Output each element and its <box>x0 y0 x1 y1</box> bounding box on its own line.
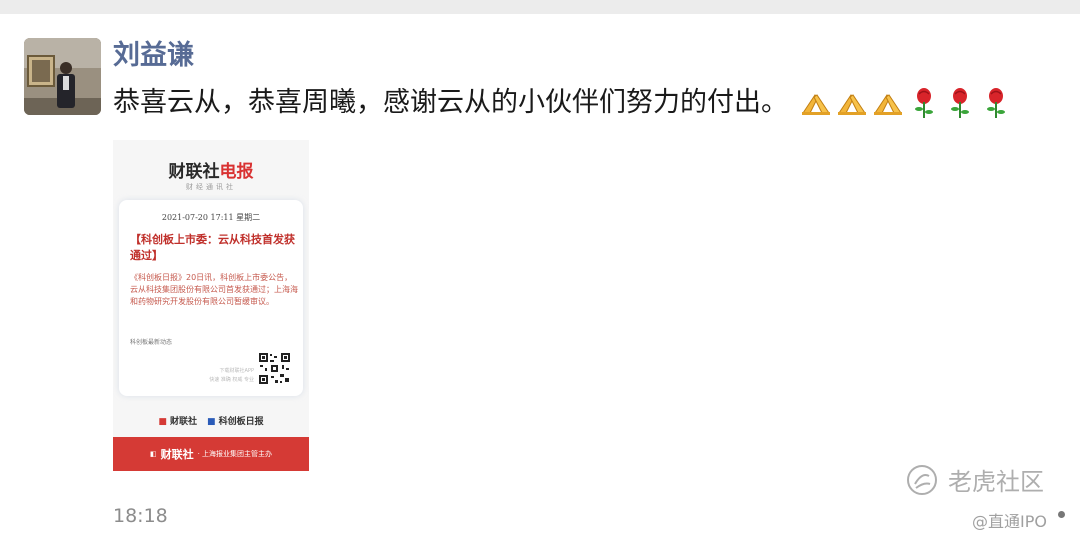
card-body: 《科创板日报》20日讯，科创板上市委公告，云从科技集团股份有限公司首发获通过；上… <box>130 273 298 306</box>
avatar-photo <box>24 38 101 115</box>
rose-icon <box>915 88 933 118</box>
kcb-logo-icon: ■ <box>207 417 216 427</box>
card-logo-text: 财联社 <box>168 162 220 182</box>
message-text: 恭喜云从，恭喜周曦，感谢云从的小伙伴们努力的付出。 <box>113 87 788 118</box>
card-footer-text: · 上海报业集团主管主办 <box>197 450 273 458</box>
top-bar <box>0 0 1080 14</box>
card-subtitle: 财经通讯社 <box>186 183 236 191</box>
card-headline: 【科创板上市委：云从科技首发获通过】 <box>130 233 295 262</box>
card-app-text: 下载财联社APP 快速 准确 权威 专业 <box>179 367 254 385</box>
card-app-line2: 快速 准确 权威 专业 <box>209 377 254 383</box>
card-brand1-label: 财联社 <box>169 417 197 427</box>
tiger-logo-icon <box>907 464 937 495</box>
more-dot-icon[interactable] <box>1058 511 1065 518</box>
card-brand2-label: 科创板日报 <box>218 417 264 427</box>
card-date: 2021-07-20 17:11 星期二 <box>161 213 261 222</box>
avatar[interactable] <box>24 38 101 115</box>
author-name[interactable]: 刘益谦 <box>113 38 194 74</box>
rose-icon <box>951 88 969 118</box>
watermark-main: 老虎社区 <box>948 468 1044 496</box>
pray-icon <box>802 94 830 115</box>
cls-logo-icon: ■ <box>158 417 167 427</box>
card-brand-cls: ■ 财联社 <box>158 414 197 427</box>
card-footer: ◧ 财联社 · 上海报业集团主管主办 <box>113 437 309 471</box>
pray-icon <box>874 94 902 115</box>
card-logo-red-text: 电报 <box>219 162 254 182</box>
card-footer-brand: 财联社 <box>160 448 194 461</box>
card-news-panel: 2021-07-20 17:11 星期二 【科创板上市委：云从科技首发获通过】 … <box>119 200 303 396</box>
card-brands: ■ 财联社 ■ 科创板日报 <box>113 414 309 427</box>
watermark-sub: @直通IPO <box>972 512 1047 531</box>
news-image-card[interactable]: 财联社电报 财经通讯社 2021-07-20 17:11 星期二 【科创板上市委… <box>113 140 309 471</box>
pray-icon <box>838 94 866 115</box>
card-tag: 科创板最新动态 <box>130 339 173 346</box>
card-brand-kcb: ■ 科创板日报 <box>207 414 264 427</box>
watermark-tiger: 老虎社区 <box>906 462 1044 497</box>
card-logo: 财联社电报 <box>113 157 309 182</box>
card-app-line1: 下载财联社APP <box>219 368 254 374</box>
emoji-row <box>800 85 1012 121</box>
rose-icon <box>987 88 1005 118</box>
card-footer-logo-icon: ◧ <box>149 450 157 458</box>
qr-code-icon <box>258 352 291 385</box>
post-time: 18:18 <box>113 505 168 527</box>
